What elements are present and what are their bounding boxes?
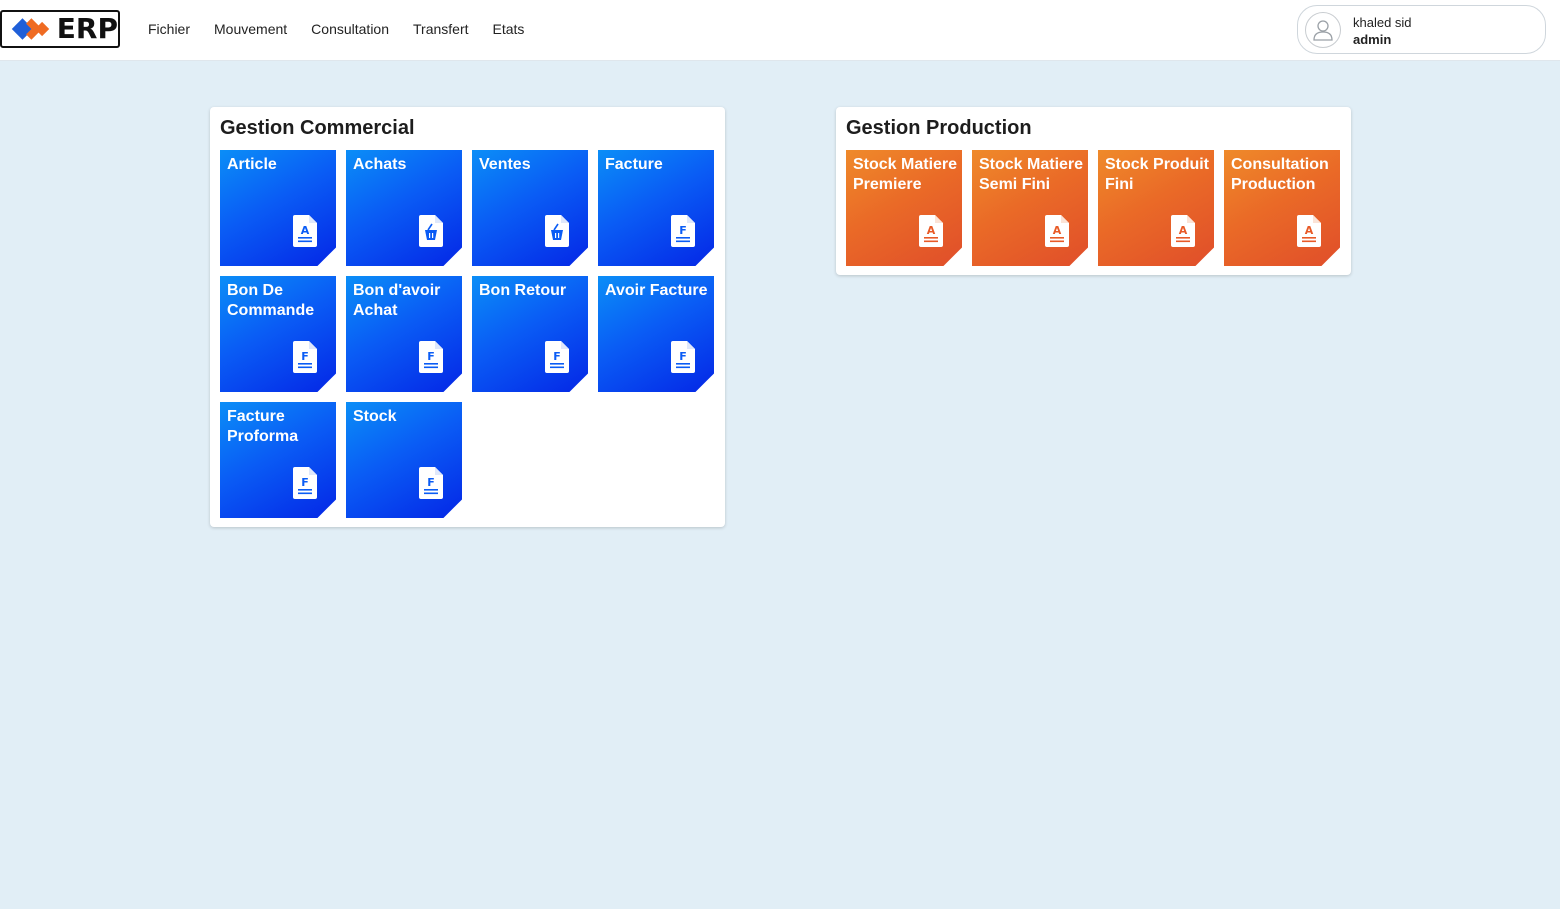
document-a-icon: A [1297, 215, 1321, 247]
tile-label: Bon Retour [479, 282, 567, 299]
tile-article[interactable]: Article A [220, 150, 336, 266]
logo-diamond-icon [11, 18, 50, 40]
user-profile[interactable]: khaled sid admin [1297, 5, 1546, 54]
tile-achats[interactable]: Achats [346, 150, 462, 266]
user-avatar-icon [1305, 12, 1341, 48]
svg-text:A: A [1179, 224, 1188, 237]
top-bar: ERP Fichier Mouvement Consultation Trans… [0, 0, 1560, 61]
document-a-icon: A [1171, 215, 1195, 247]
tile-label: Bon d'avoir Achat [353, 282, 441, 319]
svg-text:A: A [1305, 224, 1314, 237]
svg-text:F: F [553, 350, 561, 363]
menu-item-consultation[interactable]: Consultation [311, 21, 389, 37]
document-basket-icon [419, 215, 443, 247]
document-f-icon: F [671, 215, 695, 247]
menu-item-mouvement[interactable]: Mouvement [214, 21, 287, 37]
tile-label: Stock Matiere Premiere [853, 156, 958, 193]
logo-text: ERP [56, 12, 118, 45]
tile-facture[interactable]: Facture F [598, 150, 714, 266]
user-name: khaled sid [1353, 15, 1412, 30]
tile-label: Achats [353, 156, 407, 173]
menu-item-fichier[interactable]: Fichier [148, 21, 190, 37]
tile-label: Bon De Commande [227, 282, 315, 319]
tile-stock[interactable]: Stock F [346, 402, 462, 518]
production-panel: Gestion Production Stock Matiere Premier… [836, 107, 1351, 275]
erp-logo[interactable]: ERP [0, 10, 120, 48]
tile-ventes[interactable]: Ventes [472, 150, 588, 266]
tile-consultation-production[interactable]: Consultation Production A [1224, 150, 1340, 266]
document-a-icon: A [1045, 215, 1069, 247]
tile-bon-davoir-achat[interactable]: Bon d'avoir Achat F [346, 276, 462, 392]
tile-label: Stock Produit Fini [1105, 156, 1210, 193]
tile-stock-produit-fini[interactable]: Stock Produit Fini A [1098, 150, 1214, 266]
svg-text:F: F [679, 224, 687, 237]
production-title: Gestion Production [846, 117, 1032, 139]
tile-label: Facture [605, 156, 663, 173]
document-f-icon: F [293, 467, 317, 499]
document-a-icon: A [293, 215, 317, 247]
tile-stock-matiere-premiere[interactable]: Stock Matiere Premiere A [846, 150, 962, 266]
svg-text:A: A [1053, 224, 1062, 237]
svg-text:F: F [427, 350, 435, 363]
tile-bon-retour[interactable]: Bon Retour F [472, 276, 588, 392]
user-role: admin [1353, 32, 1392, 47]
document-a-icon: A [919, 215, 943, 247]
tile-label: Article [227, 156, 277, 173]
document-f-icon: F [545, 341, 569, 373]
tile-label: Avoir Facture [605, 282, 708, 299]
svg-text:A: A [927, 224, 936, 237]
document-basket-icon [545, 215, 569, 247]
tile-avoir-facture[interactable]: Avoir Facture F [598, 276, 714, 392]
tile-label: Stock Matiere Semi Fini [979, 156, 1084, 193]
svg-text:F: F [679, 350, 687, 363]
svg-text:F: F [301, 476, 309, 489]
svg-text:F: F [301, 350, 309, 363]
menu-item-transfert[interactable]: Transfert [413, 21, 469, 37]
tile-label: Stock [353, 408, 397, 425]
commercial-title: Gestion Commercial [220, 117, 415, 139]
document-f-icon: F [293, 341, 317, 373]
tile-label: Consultation Production [1231, 156, 1329, 193]
tile-facture-proforma[interactable]: Facture Proforma F [220, 402, 336, 518]
main-menu: Fichier Mouvement Consultation Transfert… [148, 21, 548, 37]
commercial-panel: Gestion Commercial Article A Achats Vent… [210, 107, 725, 527]
tile-label: Ventes [479, 156, 531, 173]
document-f-icon: F [419, 341, 443, 373]
tile-stock-matiere-semi-fini[interactable]: Stock Matiere Semi Fini A [972, 150, 1088, 266]
document-f-icon: F [419, 467, 443, 499]
tile-bon-de-commande[interactable]: Bon De Commande F [220, 276, 336, 392]
menu-item-etats[interactable]: Etats [493, 21, 525, 37]
svg-text:F: F [427, 476, 435, 489]
svg-text:A: A [301, 224, 310, 237]
tile-label: Facture Proforma [227, 408, 299, 445]
document-f-icon: F [671, 341, 695, 373]
